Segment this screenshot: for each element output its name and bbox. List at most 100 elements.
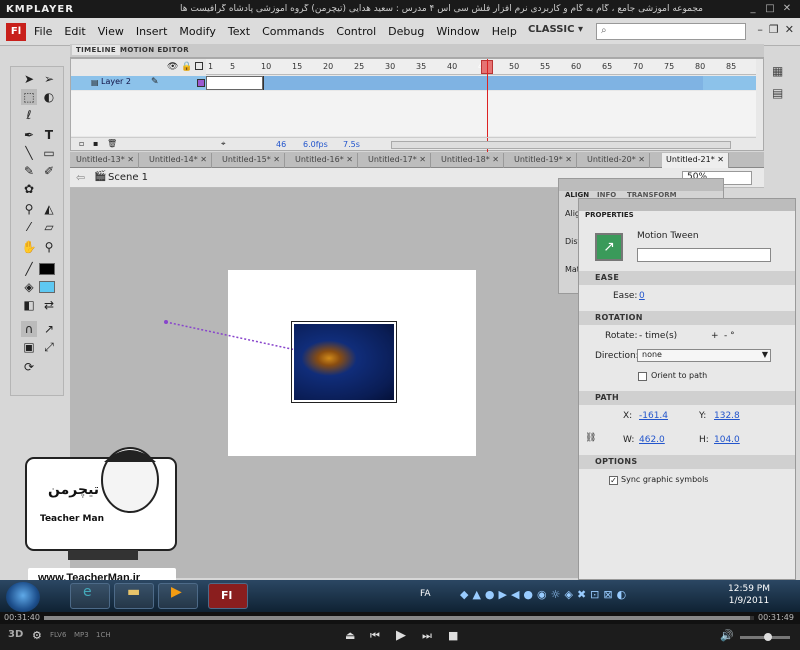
black-white-icon[interactable]: ◧ xyxy=(21,297,37,313)
selection-bounding-box[interactable] xyxy=(291,321,397,403)
menu-help[interactable]: Help xyxy=(492,25,517,38)
ease-section[interactable]: EASE xyxy=(579,271,795,285)
fill-color-icon[interactable]: ◈ xyxy=(21,279,37,295)
straighten-icon[interactable]: ▣ xyxy=(21,339,37,355)
explorer-taskbar-button[interactable]: ▬ xyxy=(114,583,154,609)
clock[interactable]: 12:59 PM 1/9/2011 xyxy=(722,583,776,607)
eyedropper-tool-icon[interactable]: ⁄ xyxy=(21,219,37,235)
blank-frames[interactable] xyxy=(206,76,263,90)
lasso-tool-icon[interactable]: ℓ xyxy=(21,107,37,123)
sync-checkbox[interactable]: ✓ xyxy=(609,476,618,485)
doc-tab[interactable]: Untitled-20* ✕ xyxy=(583,153,650,168)
pencil-tool-icon[interactable]: ✎ xyxy=(21,163,37,179)
free-transform-tool-icon[interactable]: ⬚ xyxy=(21,89,37,105)
deco-tool-icon[interactable]: ✿ xyxy=(21,181,37,197)
tab-properties[interactable]: PROPERTIES xyxy=(585,211,634,219)
3d-rotation-tool-icon[interactable]: ◐ xyxy=(41,89,57,105)
eye-icon[interactable]: 👁 xyxy=(167,62,178,72)
layer-row[interactable]: ▤ Layer 2 ✎ xyxy=(71,76,756,90)
menu-edit[interactable]: Edit xyxy=(64,25,85,38)
link-icon[interactable]: ⛓ xyxy=(585,433,596,443)
doc-tab[interactable]: Untitled-18* ✕ xyxy=(437,153,504,168)
workspace-switcher[interactable]: CLASSIC ▾ xyxy=(528,24,583,35)
tab-timeline[interactable]: TIMELINE xyxy=(72,45,121,55)
brush-tool-icon[interactable]: ✐ xyxy=(41,163,57,179)
tab-motion-editor[interactable]: MOTION EDITOR xyxy=(116,45,193,55)
media-taskbar-button[interactable]: ▶ xyxy=(158,583,198,609)
seek-bar[interactable]: 00:31:40 00:31:49 xyxy=(0,612,800,624)
menu-text[interactable]: Text xyxy=(228,25,250,38)
doc-tab[interactable]: Untitled-13* ✕ xyxy=(72,153,139,168)
doc-tab[interactable]: Untitled-17* ✕ xyxy=(364,153,431,168)
start-button[interactable] xyxy=(6,582,40,612)
zoom-tool-icon[interactable]: ⚲ xyxy=(41,239,57,255)
scale-icon[interactable]: ⤢ xyxy=(41,339,57,355)
menu-insert[interactable]: Insert xyxy=(136,25,168,38)
ie-taskbar-button[interactable]: e xyxy=(70,583,110,609)
outline-icon[interactable] xyxy=(195,62,203,70)
close-icon[interactable]: ✕ xyxy=(780,3,794,15)
w-value[interactable]: 462.0 xyxy=(639,435,665,445)
snap-to-objects-icon[interactable]: ∩ xyxy=(21,321,37,337)
menu-view[interactable]: View xyxy=(98,25,124,38)
rectangle-tool-icon[interactable]: ▭ xyxy=(41,145,57,161)
minimize-icon[interactable]: _ xyxy=(746,3,760,15)
tray-icons[interactable]: ◆▲●▶◀●◉☼◈✖⊡⊠◐ xyxy=(460,588,630,601)
volume-knob[interactable] xyxy=(764,633,772,641)
rotate-icon[interactable]: ⟳ xyxy=(21,359,37,375)
center-frame-icon[interactable]: ⌖ xyxy=(221,139,226,149)
3d-mode-button[interactable]: 3D xyxy=(8,629,23,640)
stroke-color-swatch[interactable] xyxy=(39,263,55,275)
eraser-tool-icon[interactable]: ▱ xyxy=(41,219,57,235)
doc-tab-active[interactable]: Untitled-21* ✕ xyxy=(662,153,729,168)
minimize-icon[interactable]: – xyxy=(757,23,763,36)
stop-icon[interactable]: ■ xyxy=(448,629,458,642)
orient-checkbox[interactable] xyxy=(638,372,647,381)
stroke-color-icon[interactable]: ╱ xyxy=(21,261,37,277)
doc-tab[interactable]: Untitled-19* ✕ xyxy=(510,153,577,168)
instance-name-input[interactable] xyxy=(637,248,771,262)
swatches-icon[interactable]: ▤ xyxy=(772,86,783,100)
timeline-scrollbar[interactable] xyxy=(391,141,731,149)
ease-value[interactable]: 0 xyxy=(639,291,645,301)
rotate-degrees[interactable]: - ° xyxy=(724,331,735,341)
doc-tab[interactable]: Untitled-14* ✕ xyxy=(145,153,212,168)
previous-icon[interactable]: ⏮ xyxy=(370,629,380,643)
fill-color-swatch[interactable] xyxy=(39,281,55,293)
menu-modify[interactable]: Modify xyxy=(179,25,215,38)
settings-icon[interactable]: ⚙ xyxy=(32,629,42,642)
volume-icon[interactable]: 🔊 xyxy=(720,629,734,642)
eject-icon[interactable]: ⏏ xyxy=(345,629,355,642)
help-search-input[interactable] xyxy=(596,23,746,40)
play-icon[interactable]: ▶ xyxy=(396,628,406,643)
rotate-times[interactable]: - time(s) xyxy=(639,331,677,341)
bone-tool-icon[interactable]: ⚲ xyxy=(21,201,37,217)
line-tool-icon[interactable]: ╲ xyxy=(21,145,37,161)
subselection-tool-icon[interactable]: ➢ xyxy=(41,71,57,87)
doc-tab[interactable]: Untitled-15* ✕ xyxy=(218,153,285,168)
selection-tool-icon[interactable]: ➤ xyxy=(21,71,37,87)
new-layer-icon[interactable]: ▫ xyxy=(79,139,84,148)
library-icon[interactable]: ▦ xyxy=(772,64,783,78)
lock-icon[interactable]: 🔒 xyxy=(181,62,192,72)
doc-tab[interactable]: Untitled-16* ✕ xyxy=(291,153,358,168)
layer-name[interactable]: Layer 2 xyxy=(101,77,131,86)
restore-icon[interactable]: ❐ xyxy=(769,23,779,36)
menu-file[interactable]: File xyxy=(34,25,52,38)
close-icon[interactable]: ✕ xyxy=(785,23,794,36)
smooth-icon[interactable]: ↗ xyxy=(41,321,57,337)
language-indicator[interactable]: FA xyxy=(420,589,431,599)
current-frame[interactable]: 46 xyxy=(276,140,286,149)
elapsed-time[interactable]: 7.5s xyxy=(343,140,360,149)
x-value[interactable]: -161.4 xyxy=(639,411,668,421)
delete-icon[interactable]: 🗑 xyxy=(107,139,117,148)
motion-tween-span[interactable] xyxy=(263,76,703,90)
text-tool-icon[interactable]: T xyxy=(41,127,57,143)
rotation-section[interactable]: ROTATION xyxy=(579,311,795,325)
path-section[interactable]: PATH xyxy=(579,391,795,405)
new-folder-icon[interactable]: ▪ xyxy=(93,139,98,148)
back-arrow-icon[interactable]: ⇦ xyxy=(76,171,85,184)
direction-select[interactable]: none ▼ xyxy=(637,349,771,362)
hand-tool-icon[interactable]: ✋ xyxy=(21,239,37,255)
options-section[interactable]: OPTIONS xyxy=(579,455,795,469)
